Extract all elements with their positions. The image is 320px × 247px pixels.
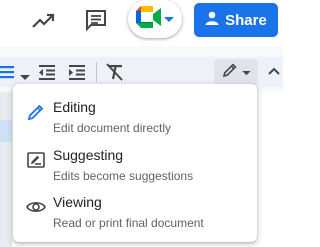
google-meet-button[interactable]: [128, 0, 182, 38]
trending-icon[interactable]: [31, 9, 57, 33]
menu-item-title: Editing: [53, 99, 96, 115]
menu-item-subtitle: Read or print final document: [53, 216, 204, 230]
menu-item-suggesting[interactable]: Suggesting Edits become suggestions: [13, 147, 257, 193]
menu-item-title: Suggesting: [53, 147, 124, 163]
chevron-down-icon: [164, 10, 174, 28]
eye-icon: [26, 197, 46, 217]
bulleted-list-icon[interactable]: [0, 62, 16, 87]
share-button[interactable]: Share: [194, 3, 278, 37]
mode-switcher-button[interactable]: [214, 59, 258, 85]
person-icon: [205, 11, 219, 29]
collapse-toolbar-chevron-icon[interactable]: [268, 63, 280, 81]
ruler-highlight: [0, 120, 12, 142]
docs-window: Share Editing Edit document directly Sug…: [0, 0, 283, 247]
top-bar: Share: [0, 0, 283, 46]
pencil-icon: [26, 102, 46, 122]
formatting-toolbar: [0, 57, 283, 87]
editing-mode-menu: Editing Edit document directly Suggestin…: [13, 84, 257, 242]
share-label: Share: [225, 11, 267, 29]
menu-item-subtitle: Edit document directly: [53, 121, 172, 135]
menu-item-subtitle: Edits become suggestions: [53, 169, 194, 183]
suggest-edit-icon: [26, 150, 46, 170]
menu-item-viewing[interactable]: Viewing Read or print final document: [13, 194, 257, 240]
toolbar-divider: [96, 62, 97, 82]
chevron-down-icon: [241, 63, 251, 81]
google-meet-icon: [136, 5, 162, 33]
pencil-icon: [222, 62, 238, 83]
menu-item-title: Viewing: [53, 194, 102, 210]
comment-history-icon[interactable]: [84, 8, 108, 32]
left-ruler: [0, 92, 12, 247]
menu-item-editing[interactable]: Editing Edit document directly: [13, 99, 257, 145]
